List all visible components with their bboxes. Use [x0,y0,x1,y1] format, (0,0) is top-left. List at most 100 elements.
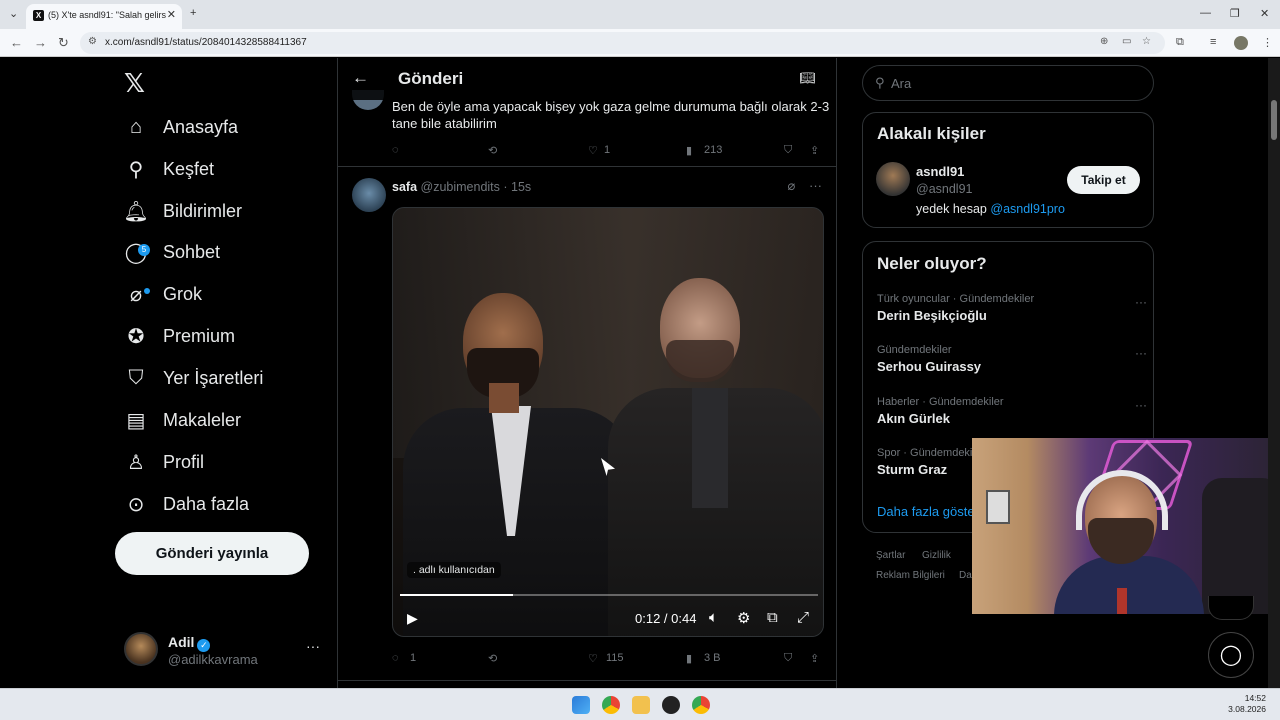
grok-explain-icon[interactable]: ⌀ [788,178,796,193]
chrome-taskbar-icon[interactable] [602,696,620,714]
grok-icon: ⌀ [124,282,150,306]
nav-item-home[interactable]: ⌂ Anasayfa [124,107,238,147]
nav-item-more[interactable]: ⊙ Daha fazla [124,484,249,524]
share-icon[interactable]: ⇪ [810,144,819,157]
tab-close-icon[interactable]: ✕ [167,8,176,21]
avatar[interactable] [876,162,910,196]
video-player[interactable]: . adlı kullanıcıdan ▶ 0:12 / 0:44 🔈︎ ⚙ ⧉… [392,207,824,637]
cast-icon[interactable]: ▭ [1122,36,1131,47]
browser-tab[interactable]: X (5) X'te asndl91: "Salah gelirse ✕ [26,4,182,29]
scrollbar-thumb[interactable] [1271,100,1277,140]
restore-icon[interactable]: ❐ [1230,7,1240,20]
retweet-icon[interactable]: ⟲ [488,652,497,665]
nav-item-profile[interactable]: ♙ Profil [124,442,204,482]
fullscreen-icon[interactable]: ⤢ [797,609,809,626]
tab-search-icon[interactable]: ⌄ [9,7,18,20]
user-handle[interactable]: @asndl91 [916,182,972,196]
x-logo-icon[interactable]: 𝕏 [124,68,145,99]
obs-taskbar-icon[interactable] [662,696,680,714]
footer-ads-link[interactable]: Reklam Bilgileri [876,570,945,581]
chat-icon: ◯ 5 [124,240,150,264]
media-icon[interactable]: ≡ [1210,36,1216,48]
reply-icon[interactable]: ◌ [392,144,399,156]
trend-more-icon[interactable]: ··· [1135,346,1147,360]
back-nav-icon[interactable]: ← [10,35,23,50]
footer-more-link[interactable]: Da [959,570,972,581]
url-input[interactable]: ⚙ x.com/asndl91/status/20840143285884113… [80,32,1165,54]
trend-item[interactable]: Haberler · Gündemdekiler Akın Gürlek ··· [877,396,1147,426]
trend-more-icon[interactable]: ··· [1135,295,1147,309]
extensions-icon[interactable]: ⧉ [1176,36,1184,49]
account-more-icon[interactable]: ··· [306,638,320,654]
views-count: 213 [704,144,723,156]
nav-item-notifications[interactable]: 🔔︎ Bildirimler [123,191,242,231]
show-more-link[interactable]: Daha fazla göste [877,504,975,519]
trend-item[interactable]: Gündemdekiler Serhou Guirassy ··· [877,344,1147,374]
new-tab-icon[interactable]: + [190,7,196,19]
site-info-icon[interactable]: ⚙ [88,36,97,47]
trend-item[interactable]: Türk oyuncular · Gündemdekiler Derin Beş… [877,293,1147,323]
back-arrow-icon[interactable]: ← [352,68,369,88]
nav-item-chat[interactable]: ◯ 5 Sohbet [124,232,220,272]
nav-item-premium[interactable]: ✪ Premium [124,316,235,356]
bookmark-icon[interactable]: ⛉ [784,652,792,665]
views-icon[interactable]: ▮ [686,652,692,665]
volume-icon[interactable]: 🔈︎ [709,609,718,626]
trend-more-icon[interactable]: ··· [1135,398,1147,412]
like-icon[interactable]: ♡ [588,652,598,665]
tweet-time[interactable]: · 15s [503,180,531,194]
bookmark-icon[interactable]: ⛉ [784,144,792,157]
nav-label: Yer İşaretleri [163,367,264,388]
share-icon[interactable]: ⇪ [810,652,819,665]
reply-icon[interactable]: ◌ [392,652,399,664]
like-icon[interactable]: ♡ [588,144,598,157]
star-bookmark-icon[interactable]: ☆ [1142,36,1151,47]
account-handle: @adilkkavrama [168,652,258,667]
page-title: Gönderi [398,69,464,88]
search-input[interactable]: ⚲ Ara [862,65,1154,101]
nav-item-grok[interactable]: ⌀ Grok [124,274,202,314]
browser-menu-icon[interactable]: ⋮ [1262,36,1273,49]
minimize-icon[interactable]: — [1200,7,1211,19]
file-explorer-icon[interactable] [632,696,650,714]
views-icon[interactable]: ▮ [686,144,692,157]
browser-profile-avatar[interactable] [1234,36,1248,50]
tweet-more-icon[interactable]: ··· [809,178,822,193]
tweet-author-name[interactable]: safa [392,180,417,194]
reload-icon[interactable]: ↻ [58,35,69,51]
page-scrollbar[interactable] [1268,58,1280,688]
window-close-icon[interactable]: ✕ [1260,7,1269,20]
zoom-icon[interactable]: ⊕ [1100,36,1108,47]
reader-mode-icon[interactable]: 📖︎ [799,70,816,86]
play-icon[interactable]: ▶ [407,610,418,627]
account-switcher[interactable]: Adil ✓ @adilkkavrama ··· [124,632,324,672]
tweet-author-avatar[interactable] [352,178,386,212]
divider [338,166,836,167]
picture-in-picture-icon[interactable]: ⧉ [767,609,778,626]
windows-start-icon[interactable] [572,696,590,714]
nav-item-articles[interactable]: ▤ Makaleler [124,400,241,440]
clock-time: 14:52 [1244,693,1266,703]
home-icon: ⌂ [129,115,143,138]
profile-icon: ♙ [127,451,145,474]
x-favicon-icon: X [33,10,44,21]
nav-item-explore[interactable]: ⚲ Keşfet [124,149,214,189]
chrome-active-taskbar-icon[interactable] [692,696,710,714]
footer-terms-link[interactable]: Şartlar [876,550,905,561]
settings-gear-icon[interactable]: ⚙ [737,609,750,627]
video-progress-bar[interactable] [400,594,818,596]
messages-fab-icon[interactable]: ◯ [1208,632,1254,678]
video-source-text: . adlı kullanıcıdan [413,564,495,576]
retweet-icon[interactable]: ⟲ [488,144,497,157]
forward-nav-icon[interactable]: → [34,35,47,50]
nav-item-bookmarks[interactable]: ⛉ Yer İşaretleri [124,358,264,398]
bio-link[interactable]: @asndl91pro [990,202,1065,216]
system-clock[interactable]: 14:52 3.08.2026 [1228,693,1266,715]
video-tweet-actions: ◌ 1 ⟲ ♡ 115 ▮ 3 B ⛉ ⇪ [392,650,822,670]
user-name[interactable]: asndl91 [916,164,964,179]
footer-privacy-link[interactable]: Gizlilik [922,550,951,561]
follow-button[interactable]: Takip et [1067,166,1140,194]
post-button[interactable]: Gönderi yayınla [115,532,309,575]
tweet-author-handle[interactable]: @zubimendits [421,180,500,194]
nav-label: Keşfet [163,158,215,179]
